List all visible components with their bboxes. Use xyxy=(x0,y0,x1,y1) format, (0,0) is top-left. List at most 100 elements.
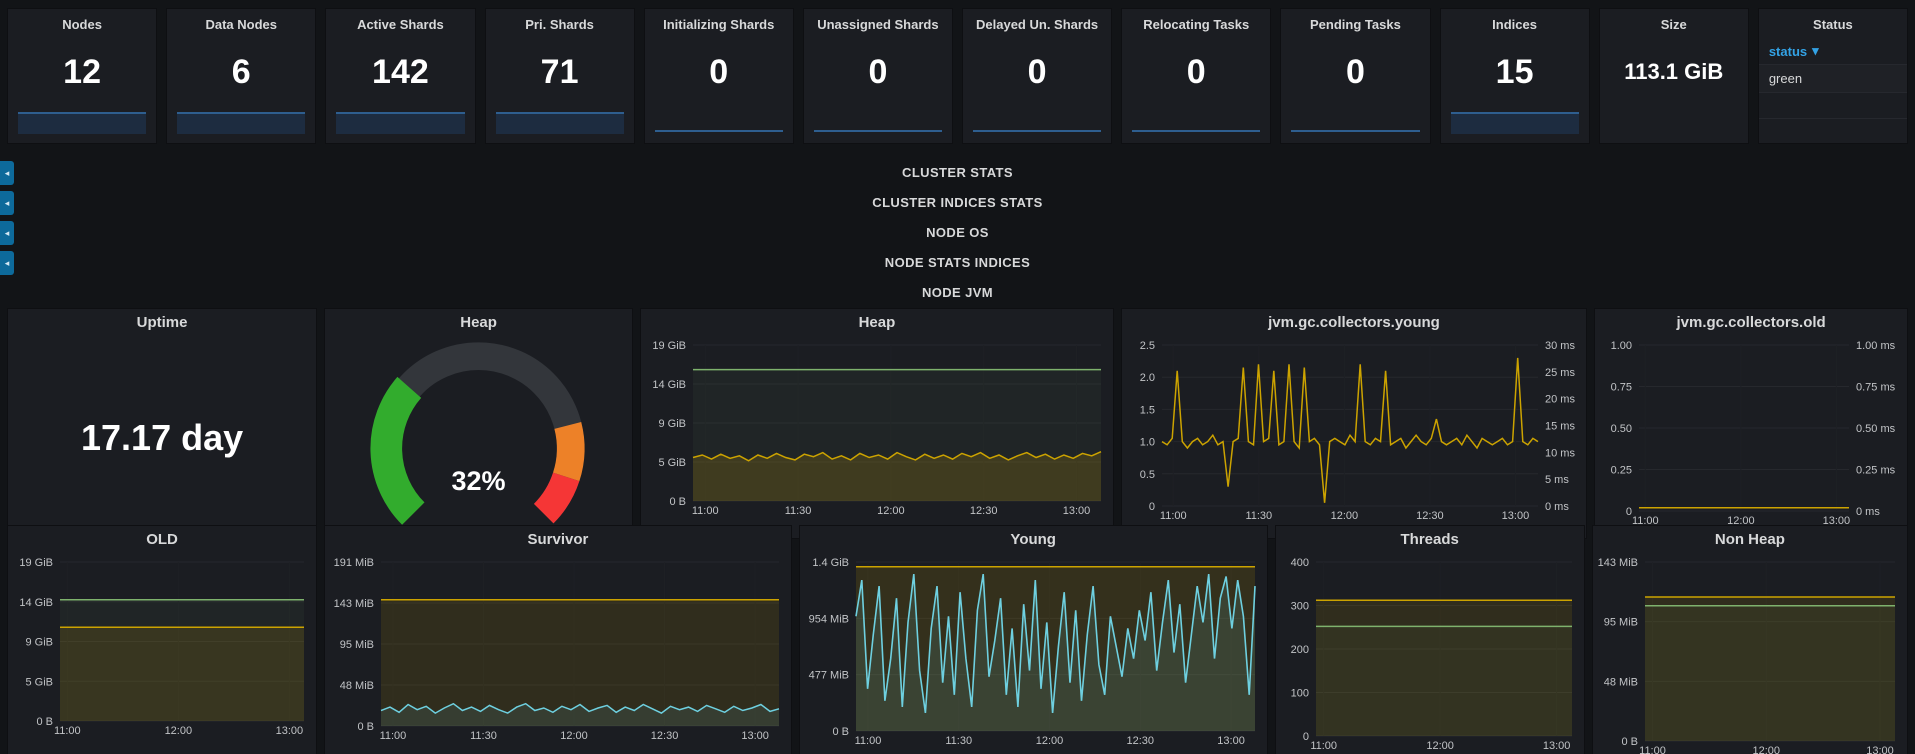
svg-text:13:00: 13:00 xyxy=(1866,745,1894,754)
stat-value: 0 xyxy=(709,52,729,91)
panel-title[interactable]: Unassigned Shards xyxy=(804,9,952,32)
svg-text:12:00: 12:00 xyxy=(1426,740,1454,752)
svg-text:32%: 32% xyxy=(452,466,506,496)
panel-title[interactable]: Heap xyxy=(325,309,632,337)
young-gen-chart[interactable]: 0 B 477 MiB 954 MiB 1.4 GiB 11:00 11:30 12:00 1… xyxy=(800,554,1267,754)
sparkline xyxy=(177,112,306,134)
svg-text:14 GiB: 14 GiB xyxy=(652,379,686,391)
svg-text:0 ms: 0 ms xyxy=(1856,506,1880,518)
svg-text:0 B: 0 B xyxy=(1621,736,1638,748)
svg-text:11:30: 11:30 xyxy=(945,735,972,747)
row-expand-tab[interactable]: ◂ xyxy=(0,221,14,245)
panel-title[interactable]: Heap xyxy=(641,309,1113,337)
stat-panel-unassigned-shards: Unassigned Shards 0 xyxy=(802,8,953,144)
row-headers: ◂ CLUSTER STATS ◂ CLUSTER INDICES STATS ◂ NOD… xyxy=(0,158,1915,308)
stats-row: Nodes 12 Data Nodes 6 Active Shards 142 Pri. S… xyxy=(0,0,1915,144)
caret-down-icon: ▾ xyxy=(1812,43,1819,58)
nonheap-chart[interactable]: 0 B 48 MiB 95 MiB 143 MiB 11:00 12:00 13:00 xyxy=(1593,554,1907,754)
row-label[interactable]: CLUSTER INDICES STATS xyxy=(872,195,1042,210)
sparkline xyxy=(654,130,783,132)
row-label[interactable]: CLUSTER STATS xyxy=(902,165,1013,180)
stat-panel-pri-shards: Pri. Shards 71 xyxy=(484,8,635,144)
svg-text:1.00 ms: 1.00 ms xyxy=(1856,340,1896,352)
row-header-node-stats-indices[interactable]: ◂ NODE STATS INDICES xyxy=(0,248,1915,278)
row-expand-tab[interactable]: ◂ xyxy=(0,191,14,215)
svg-text:0 ms: 0 ms xyxy=(1545,501,1569,513)
panel-title[interactable]: Data Nodes xyxy=(167,9,315,32)
svg-text:11:00: 11:00 xyxy=(380,730,407,742)
panel-threads: Threads 0 100 200 300 400 11:00 12:00 13:00 xyxy=(1274,525,1585,754)
svg-text:5 ms: 5 ms xyxy=(1545,474,1569,486)
svg-text:1.5: 1.5 xyxy=(1139,404,1154,416)
panel-title[interactable]: Status xyxy=(1759,9,1907,32)
stat-value: 142 xyxy=(372,52,429,91)
svg-text:12:30: 12:30 xyxy=(970,505,998,517)
svg-text:1.4 GiB: 1.4 GiB xyxy=(812,557,849,569)
svg-text:11:00: 11:00 xyxy=(1632,515,1659,527)
svg-text:11:00: 11:00 xyxy=(1160,510,1187,522)
threads-chart[interactable]: 0 100 200 300 400 11:00 12:00 13:00 xyxy=(1276,554,1584,754)
row-label[interactable]: NODE STATS INDICES xyxy=(885,255,1030,270)
panel-title[interactable]: Size xyxy=(1600,9,1748,32)
svg-text:48 MiB: 48 MiB xyxy=(1604,676,1638,688)
stat-value: 15 xyxy=(1495,52,1534,91)
panel-old-gen: OLD 0 B 5 GiB 9 GiB 14 GiB 19 GiB 11:00 12:00 1… xyxy=(7,525,318,754)
row-header-node-jvm[interactable]: NODE JVM xyxy=(0,278,1915,308)
status-empty-row xyxy=(1758,93,1907,119)
row-expand-tab[interactable]: ◂ xyxy=(0,161,14,185)
svg-text:0.50: 0.50 xyxy=(1611,423,1632,435)
panel-title[interactable]: Uptime xyxy=(8,309,316,337)
svg-text:100: 100 xyxy=(1290,688,1308,700)
row-header-cluster-indices-stats[interactable]: ◂ CLUSTER INDICES STATS xyxy=(0,188,1915,218)
row-label[interactable]: NODE JVM xyxy=(922,285,993,300)
panel-young-gen: Young 0 B 477 MiB 954 MiB 1.4 GiB 11:00 11:30… xyxy=(798,525,1268,754)
panel-title[interactable]: jvm.gc.collectors.old xyxy=(1595,309,1907,337)
svg-text:2.5: 2.5 xyxy=(1139,340,1154,352)
svg-text:95 MiB: 95 MiB xyxy=(340,639,374,651)
svg-text:200: 200 xyxy=(1290,644,1308,656)
panel-title[interactable]: Nodes xyxy=(8,9,156,32)
panel-title[interactable]: Pending Tasks xyxy=(1281,9,1429,32)
svg-text:9 GiB: 9 GiB xyxy=(25,637,53,649)
svg-text:0 B: 0 B xyxy=(358,721,375,733)
stat-panel-indices: Indices 15 xyxy=(1439,8,1590,144)
panel-title[interactable]: Active Shards xyxy=(326,9,474,32)
svg-text:0.5: 0.5 xyxy=(1139,469,1154,481)
gc-young-chart[interactable]: 0 0.5 1.0 1.5 2.0 2.5 0 ms 5 ms 10 ms 15 ms 20 ms 2… xyxy=(1122,337,1586,538)
status-column-label: status xyxy=(1768,43,1808,59)
panel-title[interactable]: Initializing Shards xyxy=(645,9,793,32)
svg-text:13:00: 13:00 xyxy=(1501,510,1529,522)
row-expand-tab[interactable]: ◂ xyxy=(0,251,14,275)
sparkline xyxy=(813,130,942,132)
svg-text:13:00: 13:00 xyxy=(1542,740,1570,752)
panel-title[interactable]: jvm.gc.collectors.young xyxy=(1122,309,1586,337)
svg-text:13:00: 13:00 xyxy=(741,730,769,742)
svg-text:0.75: 0.75 xyxy=(1611,382,1632,394)
old-gen-chart[interactable]: 0 B 5 GiB 9 GiB 14 GiB 19 GiB 11:00 12:00 13:00 xyxy=(8,554,316,754)
heap-chart[interactable]: 0 B 5 GiB 9 GiB 14 GiB 19 GiB 11:00 11:30 12:00… xyxy=(641,337,1113,538)
svg-text:143 MiB: 143 MiB xyxy=(1597,557,1637,569)
row-label[interactable]: NODE OS xyxy=(926,225,989,240)
svg-text:11:00: 11:00 xyxy=(692,505,719,517)
status-column-header[interactable]: status ▾ xyxy=(1758,38,1907,65)
panel-title[interactable]: Pri. Shards xyxy=(486,9,634,32)
sparkline xyxy=(336,112,465,134)
svg-text:11:00: 11:00 xyxy=(854,735,881,747)
panel-title[interactable]: Delayed Un. Shards xyxy=(963,9,1111,32)
panel-title[interactable]: OLD xyxy=(8,526,316,554)
stat-value: 12 xyxy=(63,52,101,91)
svg-text:0: 0 xyxy=(1149,501,1155,513)
row-header-cluster-stats[interactable]: ◂ CLUSTER STATS xyxy=(0,158,1915,188)
panel-title[interactable]: Relocating Tasks xyxy=(1122,9,1270,32)
svg-text:25 ms: 25 ms xyxy=(1545,367,1575,379)
stat-panel-status: Status status ▾ green xyxy=(1757,8,1908,144)
heap-gauge: 32% xyxy=(325,337,632,538)
row-header-node-os[interactable]: ◂ NODE OS xyxy=(0,218,1915,248)
survivor-chart[interactable]: 0 B 48 MiB 95 MiB 143 MiB 191 MiB 11:00 11:30 1… xyxy=(325,554,791,754)
panel-nonheap: Non Heap 0 B 48 MiB 95 MiB 143 MiB 11:00 12:0… xyxy=(1591,525,1908,754)
svg-text:9 GiB: 9 GiB xyxy=(659,418,687,430)
svg-text:12:30: 12:30 xyxy=(1416,510,1444,522)
svg-text:20 ms: 20 ms xyxy=(1545,394,1575,406)
gc-old-chart[interactable]: 0 0.25 0.50 0.75 1.00 0 ms 0.25 ms 0.50 ms 0.75 … xyxy=(1595,337,1907,538)
panel-title[interactable]: Indices xyxy=(1441,9,1589,32)
